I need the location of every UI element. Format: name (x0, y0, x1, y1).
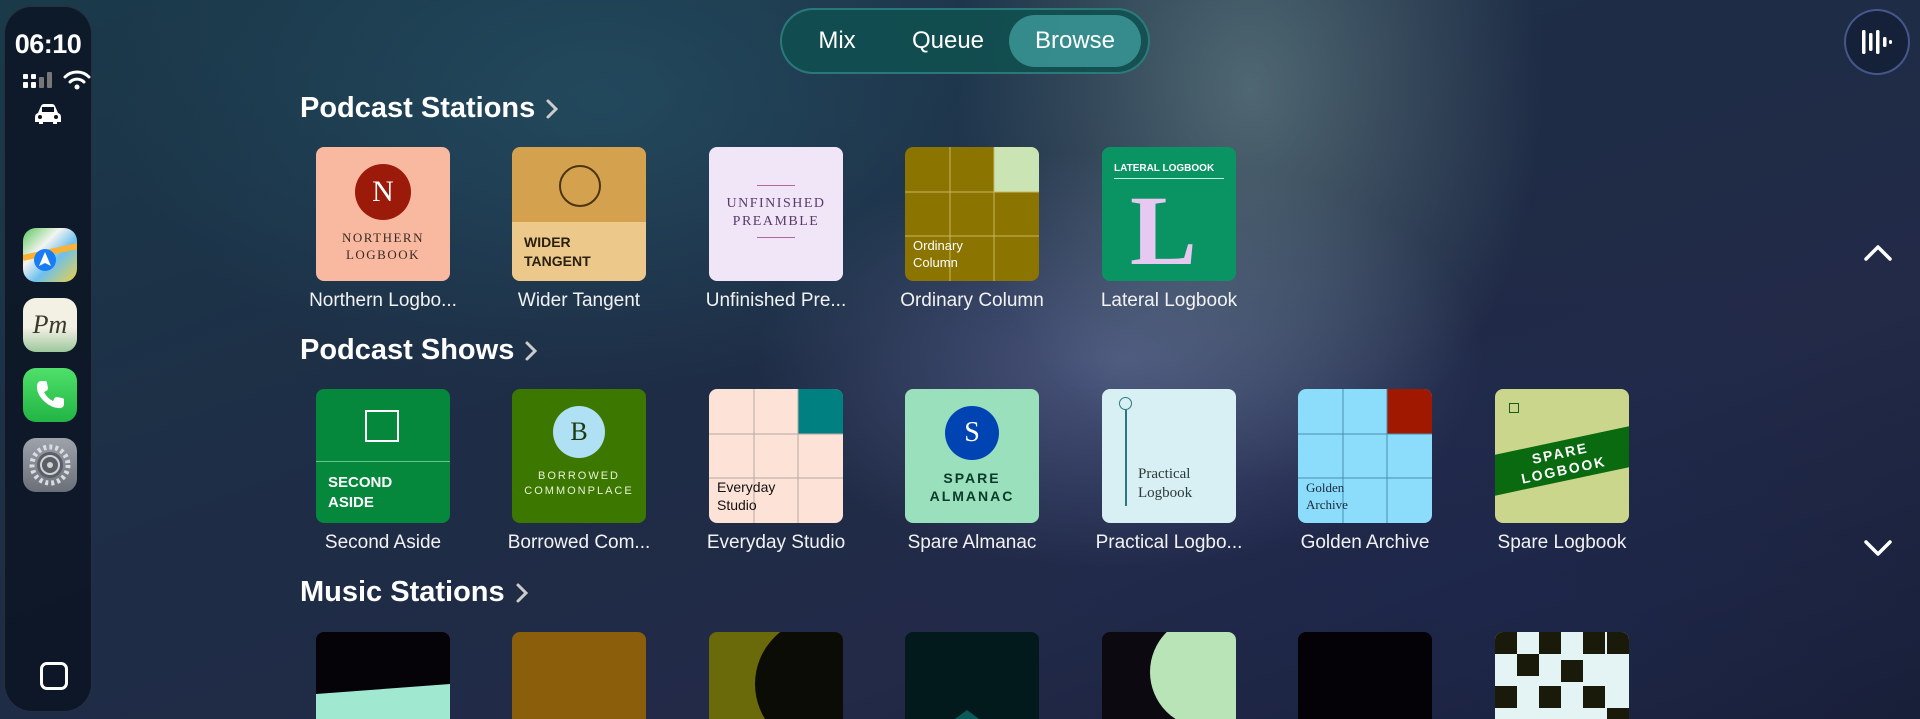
podcast-station-tile[interactable]: UNFINISHED PREAMBLE (709, 147, 843, 281)
settings-icon[interactable] (23, 438, 77, 492)
dock-sidebar: 06:10 Pm (4, 6, 92, 712)
tab-queue[interactable]: Queue (887, 15, 1009, 67)
show-caption: Spare Logbook (1497, 532, 1627, 553)
home-button[interactable] (40, 662, 68, 690)
tab-browse[interactable]: Browse (1009, 15, 1141, 67)
station-caption: Unfinished Pre... (705, 290, 847, 311)
clock: 06:10 (14, 29, 82, 59)
podcast-show-tile[interactable]: Everyday Studio (709, 389, 843, 523)
podcast-show-tile[interactable]: SPARE LOGBOOK (1495, 389, 1629, 523)
music-station-tile[interactable] (316, 632, 450, 719)
now-playing-button[interactable] (1844, 9, 1910, 75)
podcast-station-tile[interactable]: Ordinary Column (905, 147, 1039, 281)
show-caption: Golden Archive (1300, 532, 1430, 553)
music-station-tile[interactable] (512, 632, 646, 719)
podcast-show-tile[interactable]: Golden Archive (1298, 389, 1432, 523)
pm-app-icon[interactable]: Pm (23, 298, 77, 352)
show-caption: Borrowed Com... (507, 532, 651, 553)
podcast-show-tile[interactable]: S SPARE ALMANAC (905, 389, 1039, 523)
show-caption: Everyday Studio (706, 532, 846, 553)
show-caption: Practical Logbo... (1095, 532, 1243, 553)
station-caption: Wider Tangent (517, 290, 641, 311)
wifi-icon (63, 70, 91, 90)
podcast-show-tile[interactable]: Practical Logbook (1102, 389, 1236, 523)
scroll-up-icon[interactable] (1862, 242, 1894, 264)
music-station-tile[interactable] (905, 632, 1039, 719)
phone-icon[interactable] (23, 368, 77, 422)
section-header-podcast-shows[interactable]: Podcast Shows (300, 334, 538, 367)
cellular-signal-icon (23, 72, 52, 88)
podcast-station-tile[interactable]: LATERAL LOGBOOK L (1102, 147, 1236, 281)
station-caption: Lateral Logbook (1100, 290, 1238, 311)
car-icon (5, 102, 91, 126)
music-station-tile[interactable] (1102, 632, 1236, 719)
podcast-station-tile[interactable]: WIDER TANGENT (512, 147, 646, 281)
status-indicators (23, 69, 91, 91)
station-caption: Ordinary Column (900, 290, 1044, 311)
chevron-right-icon (546, 99, 559, 118)
scroll-down-icon[interactable] (1862, 537, 1894, 559)
chevron-right-icon (525, 341, 538, 360)
section-header-music-stations[interactable]: Music Stations (300, 576, 529, 609)
podcast-show-tile[interactable]: SECOND ASIDE (316, 389, 450, 523)
chevron-right-icon (516, 583, 528, 602)
station-caption: Northern Logbo... (309, 290, 457, 311)
music-station-tile[interactable] (1298, 632, 1432, 719)
section-header-podcast-stations[interactable]: Podcast Stations (300, 92, 559, 125)
show-caption: Second Aside (324, 532, 442, 553)
audio-waveform-icon (1862, 30, 1892, 54)
podcast-station-tile[interactable]: N NORTHERN LOGBOOK (316, 147, 450, 281)
view-switcher: Mix Queue Browse (780, 8, 1150, 74)
tab-mix[interactable]: Mix (787, 15, 887, 67)
show-caption: Spare Almanac (907, 532, 1037, 553)
podcast-show-tile[interactable]: B BORROWED COMMONPLACE (512, 389, 646, 523)
music-station-tile[interactable] (709, 632, 843, 719)
music-station-tile[interactable] (1495, 632, 1629, 719)
maps-icon[interactable] (23, 228, 77, 282)
